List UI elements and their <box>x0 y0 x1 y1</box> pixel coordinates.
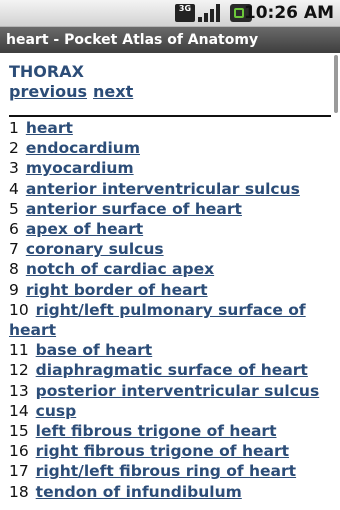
item-number: 14 <box>9 401 29 420</box>
term-link[interactable]: notch of cardiac apex <box>26 260 214 278</box>
item-number: 11 <box>9 341 29 360</box>
term-link[interactable]: apex of heart <box>26 220 143 238</box>
list-item: 5 anterior surface of heart <box>9 199 334 219</box>
list-item: 7 coronary sulcus <box>9 239 334 259</box>
term-link[interactable]: coronary sulcus <box>26 240 164 258</box>
item-number: 16 <box>9 442 29 461</box>
list-item: 11 base of heart <box>9 340 334 360</box>
item-number: 9 <box>9 280 19 299</box>
list-item: 2 endocardium <box>9 138 334 158</box>
term-link[interactable]: left fibrous trigone of heart <box>36 422 277 440</box>
list-item: 17 right/left fibrous ring of heart <box>9 461 334 481</box>
network-3g-icon: 3G <box>175 4 195 22</box>
term-list: 1 heart 2 endocardium 3 myocardium 4 ant… <box>9 118 334 502</box>
item-number: 17 <box>9 462 29 481</box>
list-item: 10 right/left pulmonary surface of heart <box>9 300 334 340</box>
scrollbar[interactable] <box>334 55 338 113</box>
list-item: 15 left fibrous trigone of heart <box>9 421 334 441</box>
term-link[interactable]: diaphragmatic surface of heart <box>36 361 308 379</box>
page-header: THORAX previous next <box>9 62 334 102</box>
section-title: THORAX <box>9 62 84 81</box>
list-item: 3 myocardium <box>9 158 334 178</box>
clock: 10:26 AM <box>243 3 334 23</box>
term-link[interactable]: heart <box>26 119 73 137</box>
list-item: 1 heart <box>9 118 334 138</box>
list-item: 13 posterior interventricular sulcus <box>9 381 334 401</box>
term-link[interactable]: right border of heart <box>26 281 208 299</box>
signal-strength-icon <box>198 4 222 22</box>
item-number: 3 <box>9 159 19 178</box>
item-number: 5 <box>9 199 19 218</box>
term-link[interactable]: cusp <box>36 402 77 420</box>
list-item: 14 cusp <box>9 401 334 421</box>
term-link[interactable]: right/left fibrous ring of heart <box>36 462 296 480</box>
nav-links: previous next <box>9 82 334 102</box>
item-number: 7 <box>9 240 19 259</box>
status-bar: 3G 10:26 AM <box>0 0 340 27</box>
item-number: 12 <box>9 361 29 380</box>
term-link[interactable]: right/left pulmonary surface of heart <box>9 301 306 339</box>
item-number: 4 <box>9 179 19 198</box>
item-number: 15 <box>9 422 29 441</box>
app-title-bar: heart - Pocket Atlas of Anatomy <box>0 27 340 53</box>
list-item: 4 anterior interventricular sulcus <box>9 179 334 199</box>
term-link[interactable]: anterior surface of heart <box>26 200 242 218</box>
list-item: 12 diaphragmatic surface of heart <box>9 360 334 380</box>
list-item: 6 apex of heart <box>9 219 334 239</box>
item-number: 2 <box>9 139 19 158</box>
item-number: 10 <box>9 300 29 319</box>
item-number: 8 <box>9 260 19 279</box>
list-item: 16 right fibrous trigone of heart <box>9 441 334 461</box>
previous-link[interactable]: previous <box>9 82 87 101</box>
item-number: 6 <box>9 220 19 239</box>
item-number: 1 <box>9 119 19 137</box>
next-link[interactable]: next <box>93 82 133 101</box>
term-link[interactable]: tendon of infundibulum <box>36 483 242 501</box>
term-link[interactable]: anterior interventricular sulcus <box>26 180 300 198</box>
list-item: 9 right border of heart <box>9 280 334 300</box>
list-item: 18 tendon of infundibulum <box>9 482 334 502</box>
term-link[interactable]: right fibrous trigone of heart <box>36 442 289 460</box>
item-number: 13 <box>9 381 29 400</box>
term-link[interactable]: posterior interventricular sulcus <box>36 382 320 400</box>
divider <box>9 115 331 117</box>
term-link[interactable]: endocardium <box>26 139 140 157</box>
list-item: 8 notch of cardiac apex <box>9 259 334 279</box>
term-link[interactable]: myocardium <box>26 159 134 177</box>
item-number: 18 <box>9 482 29 501</box>
term-link[interactable]: base of heart <box>36 341 153 359</box>
